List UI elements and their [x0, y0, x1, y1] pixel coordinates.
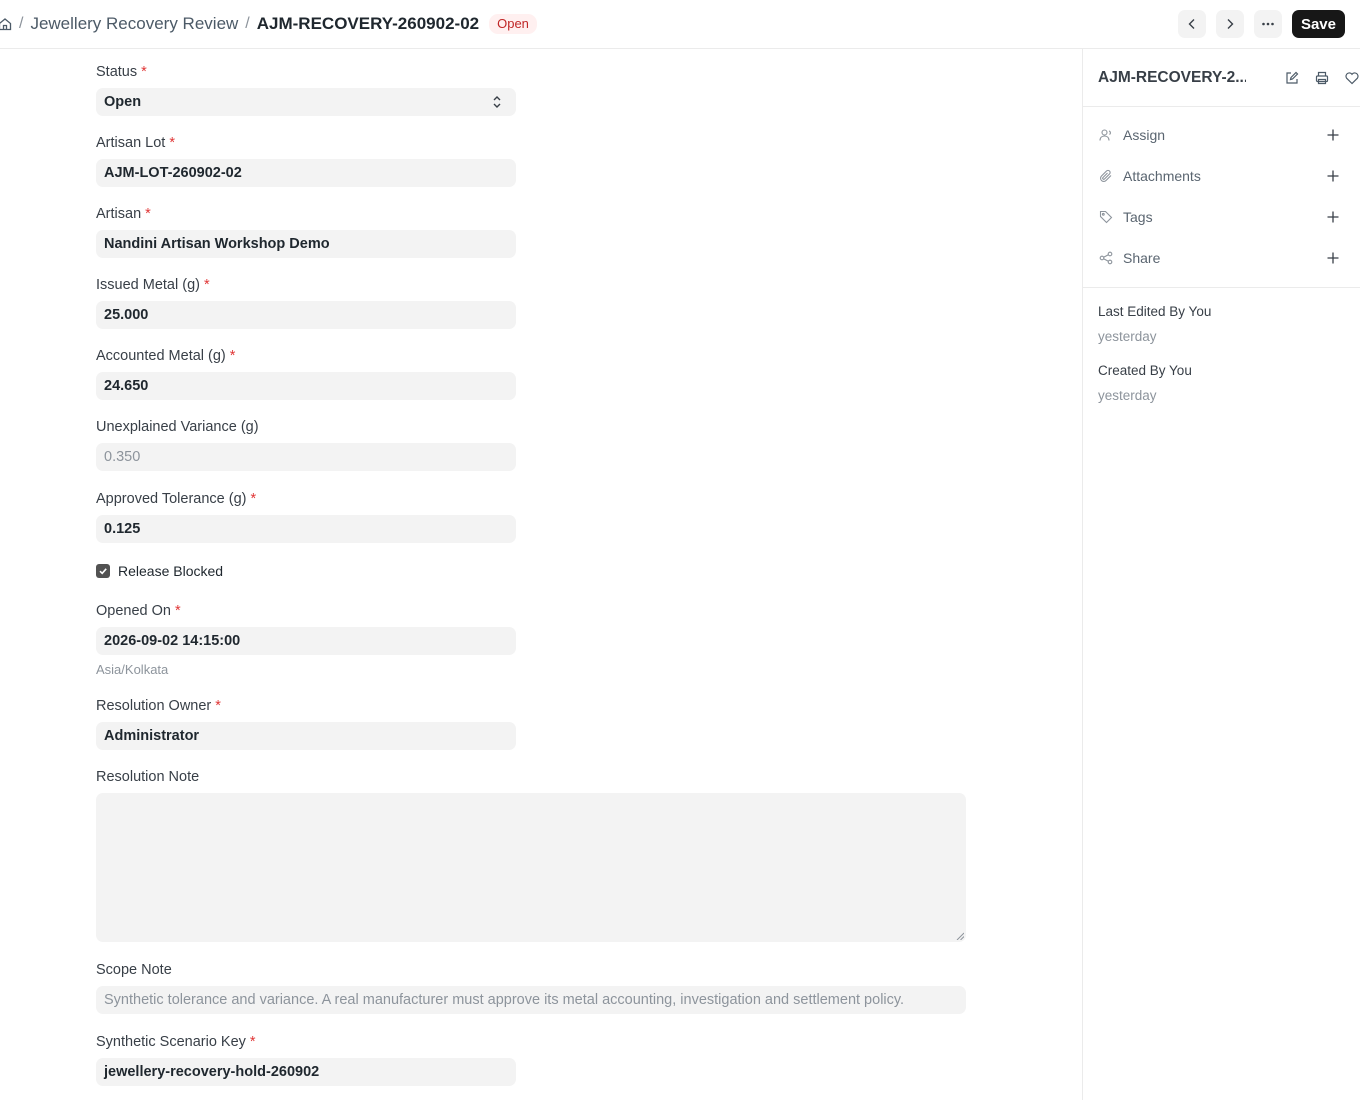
release-blocked-label[interactable]: Release Blocked	[118, 563, 223, 579]
required-marker: *	[141, 64, 147, 80]
required-marker: *	[145, 206, 151, 222]
release-blocked-checkbox[interactable]	[96, 564, 110, 578]
accounted-metal-label: Accounted Metal (g) *	[96, 348, 236, 364]
required-marker: *	[229, 348, 236, 364]
sidebar-item-assign[interactable]: Assign	[1083, 114, 1360, 155]
document-meta: Last Edited By You yesterday Created By …	[1083, 288, 1360, 438]
last-edited-label: Last Edited By You	[1098, 304, 1212, 319]
issued-metal-label: Issued Metal (g) *	[96, 277, 210, 293]
select-arrows-icon	[493, 96, 501, 108]
unexplained-variance-field: Unexplained Variance (g)	[96, 418, 259, 436]
edit-icon[interactable]	[1284, 70, 1300, 86]
required-marker: *	[203, 277, 210, 293]
print-icon[interactable]	[1314, 70, 1330, 86]
scope-note-label: Scope Note	[96, 962, 172, 978]
heart-icon[interactable]	[1344, 70, 1360, 86]
artisan-lot-label: Artisan Lot *	[96, 135, 175, 151]
sidebar-item-share[interactable]: Share	[1083, 237, 1360, 278]
created-value: yesterday	[1098, 388, 1157, 403]
artisan-field: Artisan *	[96, 205, 151, 223]
required-marker: *	[215, 698, 221, 714]
resolution-owner-field: Resolution Owner *	[96, 697, 221, 715]
tag-icon	[1099, 210, 1113, 224]
status-field: Status *	[96, 63, 147, 81]
status-label: Status *	[96, 64, 147, 80]
artisan-label: Artisan *	[96, 206, 151, 222]
unexplained-variance-label: Unexplained Variance (g)	[96, 419, 259, 435]
artisan-lot-field: Artisan Lot *	[96, 134, 175, 152]
issued-metal-field: Issued Metal (g) *	[96, 276, 210, 294]
plus-icon[interactable]	[1326, 251, 1340, 265]
top-bar: / Jewellery Recovery Review / AJM-RECOVE…	[0, 0, 1360, 49]
page-title: AJM-RECOVERY-260902-02	[256, 14, 480, 33]
status-select[interactable]: Open	[96, 88, 516, 116]
sidebar-item-label: Tags	[1123, 208, 1153, 225]
ellipsis-icon	[1262, 22, 1274, 26]
chevron-right-icon	[1227, 19, 1234, 29]
artisan-lot-input[interactable]: AJM-LOT-260902-02	[96, 159, 516, 187]
breadcrumb: / Jewellery Recovery Review / AJM-RECOVE…	[0, 0, 537, 48]
scenario-key-label: Synthetic Scenario Key *	[96, 1034, 256, 1050]
sidebar-item-attachments[interactable]: Attachments	[1083, 155, 1360, 196]
resolution-owner-label: Resolution Owner *	[96, 698, 221, 714]
checkmark-icon	[99, 568, 107, 575]
required-marker: *	[174, 603, 181, 619]
breadcrumb-doctype-link[interactable]: Jewellery Recovery Review	[30, 14, 238, 34]
save-button[interactable]: Save	[1291, 10, 1345, 38]
approved-tolerance-field: Approved Tolerance (g) *	[96, 490, 256, 508]
more-actions-button[interactable]	[1253, 10, 1282, 38]
scenario-key-input[interactable]: jewellery-recovery-hold-260902	[96, 1058, 516, 1086]
approved-tolerance-input[interactable]: 0.125	[96, 515, 516, 543]
user-icon	[1099, 128, 1113, 142]
sidebar-actions: Assign Attachments Tags Share	[1083, 107, 1360, 288]
chevron-left-icon	[1188, 19, 1195, 29]
artisan-input[interactable]: Nandini Artisan Workshop Demo	[96, 230, 516, 258]
approved-tolerance-label: Approved Tolerance (g) *	[96, 491, 257, 507]
form-sidebar: AJM-RECOVERY-2... Assign Attachments Tag…	[1082, 49, 1360, 1100]
resolution-note-textarea[interactable]	[96, 793, 966, 942]
required-marker: *	[169, 135, 175, 151]
share-icon	[1099, 251, 1113, 265]
opened-on-label: Opened On *	[96, 603, 181, 619]
toolbar: Save	[1168, 10, 1345, 38]
required-marker: *	[250, 491, 257, 507]
resize-grip-icon[interactable]	[956, 932, 964, 940]
resolution-owner-input[interactable]: Administrator	[96, 722, 516, 750]
previous-doc-button[interactable]	[1177, 10, 1206, 38]
sidebar-item-label: Share	[1123, 249, 1161, 266]
timezone-hint: Asia/Kolkata	[96, 662, 169, 677]
scope-note-field: Scope Note	[96, 961, 172, 979]
plus-icon[interactable]	[1326, 128, 1340, 142]
accounted-metal-input[interactable]: 24.650	[96, 372, 516, 400]
status-badge: Open	[489, 14, 537, 34]
breadcrumb-separator: /	[19, 15, 24, 32]
sidebar-item-tags[interactable]: Tags	[1083, 196, 1360, 237]
created-label: Created By You	[1098, 363, 1192, 378]
plus-icon[interactable]	[1326, 210, 1340, 224]
scope-note-value: Synthetic tolerance and variance. A real…	[96, 986, 966, 1014]
resolution-note-field: Resolution Note	[96, 768, 199, 786]
resolution-note-label: Resolution Note	[96, 769, 200, 785]
breadcrumb-separator: /	[245, 15, 250, 32]
paperclip-icon	[1099, 169, 1113, 183]
sidebar-header: AJM-RECOVERY-2...	[1083, 49, 1360, 107]
next-doc-button[interactable]	[1215, 10, 1244, 38]
home-icon[interactable]	[0, 17, 12, 31]
plus-icon[interactable]	[1326, 169, 1340, 183]
form-page: / Jewellery Recovery Review / AJM-RECOVE…	[0, 0, 1360, 1100]
release-blocked-field: Release Blocked	[96, 563, 223, 579]
unexplained-variance-value: 0.350	[96, 443, 516, 471]
sidebar-doc-title: AJM-RECOVERY-2...	[1098, 68, 1246, 86]
sidebar-item-label: Attachments	[1123, 167, 1201, 184]
issued-metal-input[interactable]: 25.000	[96, 301, 516, 329]
accounted-metal-field: Accounted Metal (g) *	[96, 347, 235, 365]
status-select-value: Open	[104, 94, 142, 110]
last-edited-value: yesterday	[1098, 329, 1157, 344]
opened-on-field: Opened On *	[96, 602, 181, 620]
opened-on-input[interactable]: 2026-09-02 14:15:00	[96, 627, 516, 655]
sidebar-item-label: Assign	[1123, 126, 1166, 143]
scenario-key-field: Synthetic Scenario Key *	[96, 1033, 256, 1051]
required-marker: *	[249, 1034, 256, 1050]
